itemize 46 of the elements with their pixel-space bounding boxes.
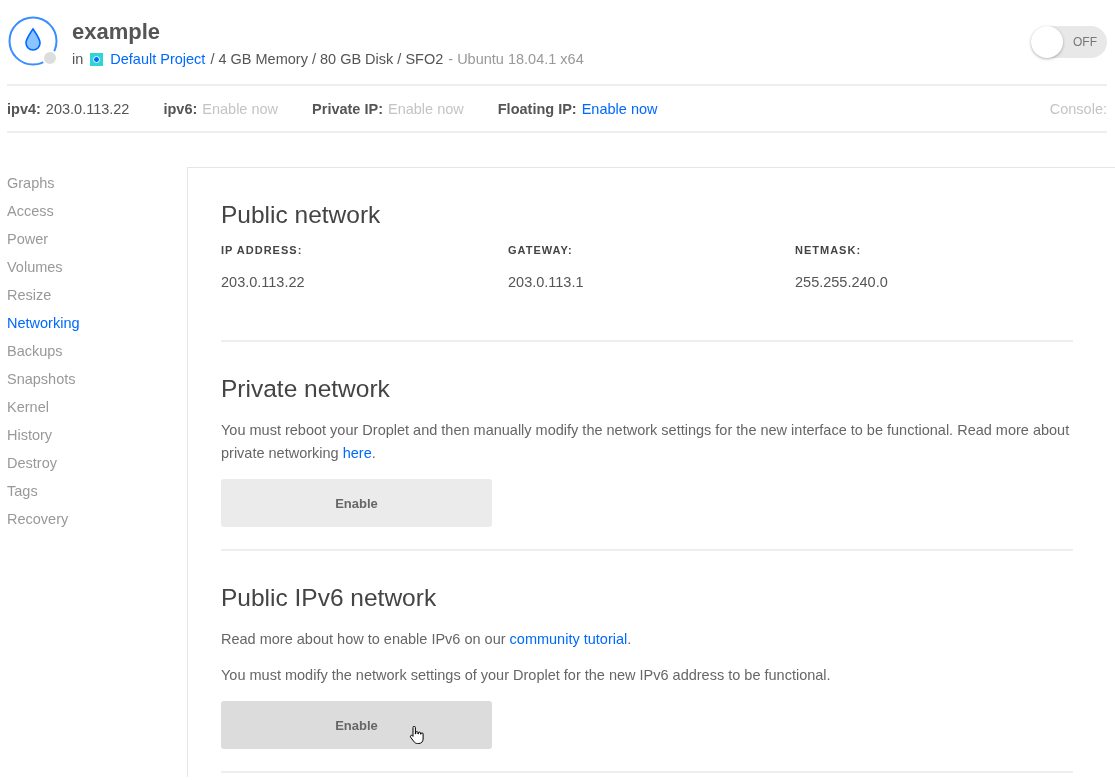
sidebar-item[interactable]: Recovery (7, 505, 69, 533)
field-value: 203.0.113.1 (508, 274, 585, 290)
enable-button[interactable]: Enable (221, 701, 492, 749)
droplet-name: example (72, 18, 162, 46)
project-link[interactable]: Default Project (110, 51, 206, 67)
in-label: in (72, 51, 84, 67)
sidebar-item[interactable]: Access (7, 197, 54, 225)
field-value: 255.255.240.0 (795, 274, 889, 290)
ip-label: Floating IP: (497, 100, 577, 117)
sidebar-item[interactable]: Backups (7, 337, 63, 365)
section-title: Public network (221, 200, 382, 230)
enable-button[interactable]: Enable (221, 479, 492, 527)
text-link[interactable]: here (342, 445, 372, 461)
ip-label: ipv6: (163, 100, 198, 117)
description-text: You must reboot your Droplet and then manually modify the network settings for the new interface to be functional. Read more about private networking here. (221, 421, 1071, 463)
sidebar-item[interactable]: Snapshots (7, 365, 76, 393)
field-label: GATEWAY: (508, 244, 574, 256)
ip-label: ipv4: (7, 100, 41, 117)
field-label: NETMASK: (795, 244, 863, 256)
field-value: 203.0.113.22 (221, 274, 306, 290)
description-text: You must modify the network settings of your Droplet for the new IPv6 address to be functional. (221, 666, 832, 685)
sidebar-item[interactable]: Tags (7, 477, 38, 505)
power-toggle[interactable]: OFF (1031, 26, 1107, 58)
sidebar-item[interactable]: Resize (7, 281, 52, 309)
section-title: Public IPv6 network (221, 583, 438, 613)
sidebar-item[interactable]: Power (7, 225, 49, 253)
section-title: Private network (221, 374, 391, 404)
ip-label: Private IP: (312, 100, 383, 117)
description-text: Read more about how to enable IPv6 on our community tutorial. (221, 630, 633, 649)
enable-now-link[interactable]: Enable now (202, 100, 279, 117)
ip-value: 203.0.113.22 (45, 100, 130, 117)
sidebar-item[interactable]: Networking (7, 309, 80, 337)
sidebar-item[interactable]: History (7, 421, 53, 449)
enable-now-link[interactable]: Enable now (388, 100, 464, 117)
sidebar-item[interactable]: Graphs (7, 169, 55, 197)
sidebar-item[interactable]: Destroy (7, 449, 57, 477)
sidebar-item[interactable]: Volumes (7, 253, 63, 281)
sidebar-item[interactable]: Kernel (7, 393, 49, 421)
field-label: IP ADDRESS: (221, 244, 304, 256)
hand-cursor-icon (409, 726, 425, 744)
project-icon (90, 52, 104, 66)
droplet-icon (8, 16, 58, 66)
droplet-specs: / 4 GB Memory / 80 GB Disk / SFO2 (210, 51, 444, 67)
console-label: Console: (1049, 100, 1107, 117)
enable-now-link[interactable]: Enable now (581, 100, 658, 117)
droplet-image: - Ubuntu 18.04.1 x64 (448, 51, 584, 67)
